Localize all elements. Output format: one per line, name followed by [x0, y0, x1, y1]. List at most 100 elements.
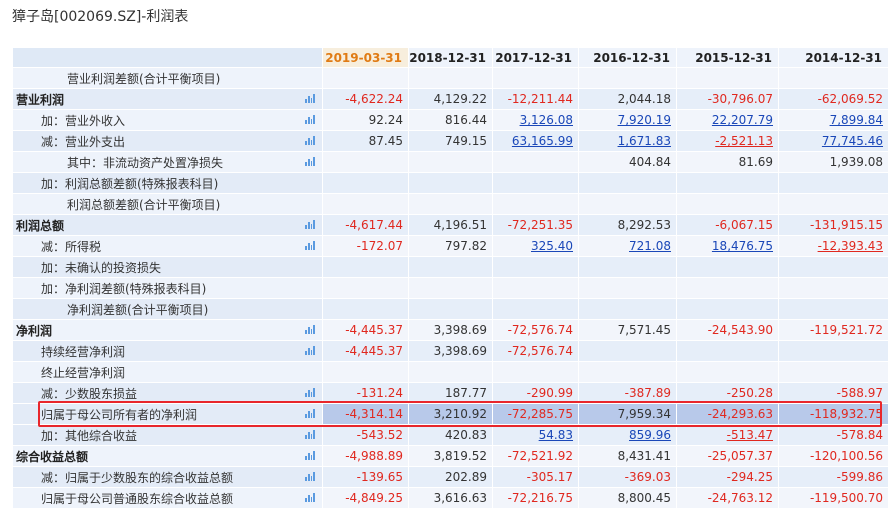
row-label-cell: 加：净利润差额(特殊报表科目)	[12, 277, 323, 299]
row-label: 利润总额差额(合计平衡项目)	[67, 197, 221, 212]
header-date-col-6[interactable]: 2014-12-31	[778, 47, 888, 68]
value-cell: -139.65	[322, 466, 409, 488]
value-text: 797.82	[445, 239, 487, 253]
table-row: 其中：非流动资产处置净损失 404.84 81.69 1,939.08	[12, 151, 888, 173]
value-link[interactable]: -12,393.43	[818, 239, 883, 253]
value-cell	[322, 361, 409, 383]
value-link[interactable]: 325.40	[531, 239, 573, 253]
value-link[interactable]: 3,126.08	[520, 113, 573, 127]
value-text: -543.52	[356, 428, 403, 442]
value-text: -305.17	[526, 470, 573, 484]
row-label-cell: 持续经营净利润	[12, 340, 323, 362]
value-cell	[778, 340, 888, 362]
table-row: 减：归属于少数股东的综合收益总额 -139.65 202.89 -305.17 -369…	[12, 466, 888, 488]
value-cell	[408, 361, 493, 383]
value-link[interactable]: 721.08	[629, 239, 671, 253]
bar-chart-icon[interactable]	[305, 409, 315, 418]
value-link[interactable]: 859.96	[629, 428, 671, 442]
value-text: 3,210.92	[433, 407, 487, 421]
value-cell	[492, 298, 579, 320]
value-cell: -119,500.70	[778, 487, 888, 509]
value-cell: -12,393.43	[778, 235, 888, 257]
bar-chart-icon[interactable]	[305, 430, 315, 439]
row-label-cell: 营业利润	[12, 88, 323, 110]
value-cell: -294.25	[676, 466, 779, 488]
value-link[interactable]: 63,165.99	[512, 134, 573, 148]
value-text: -30,796.07	[707, 92, 773, 106]
value-cell: -131,915.15	[778, 214, 888, 236]
value-cell: -72,521.92	[492, 445, 579, 467]
bar-chart-icon[interactable]	[305, 157, 315, 166]
value-cell	[492, 172, 579, 194]
value-text: 420.83	[445, 428, 487, 442]
bar-chart-icon[interactable]	[305, 325, 315, 334]
value-cell	[578, 340, 677, 362]
page-title: 獐子岛[002069.SZ]-利润表	[12, 9, 189, 25]
value-cell: -4,445.37	[322, 340, 409, 362]
value-link[interactable]: 54.83	[539, 428, 573, 442]
value-link[interactable]: 22,207.79	[712, 113, 773, 127]
value-link[interactable]: 18,476.75	[712, 239, 773, 253]
bar-chart-icon[interactable]	[305, 388, 315, 397]
value-text: -4,445.37	[345, 344, 403, 358]
value-cell: 22,207.79	[676, 109, 779, 131]
value-text: 3,616.63	[433, 491, 487, 505]
value-text: -294.25	[726, 470, 773, 484]
header-date-col-4[interactable]: 2016-12-31	[578, 47, 677, 68]
row-label-cell: 减：所得税	[12, 235, 323, 257]
value-cell	[578, 172, 677, 194]
value-link[interactable]: 7,920.19	[618, 113, 671, 127]
value-cell: -72,251.35	[492, 214, 579, 236]
value-text: 749.15	[445, 134, 487, 148]
header-date-col-2[interactable]: 2018-12-31	[408, 47, 493, 68]
bar-chart-icon[interactable]	[305, 220, 315, 229]
value-text: -24,763.12	[707, 491, 773, 505]
bar-chart-icon[interactable]	[305, 241, 315, 250]
value-link[interactable]: -513.47	[727, 428, 773, 442]
value-cell: 797.82	[408, 235, 493, 257]
header-row: 2019-03-31 2018-12-31 2017-12-31 2016-12…	[12, 47, 888, 68]
bar-chart-icon[interactable]	[305, 493, 315, 502]
value-link[interactable]: -2,521.13	[715, 134, 773, 148]
value-text: -72,521.92	[507, 449, 573, 463]
bar-chart-icon[interactable]	[305, 94, 315, 103]
bar-chart-icon[interactable]	[305, 115, 315, 124]
header-date-col-3[interactable]: 2017-12-31	[492, 47, 579, 68]
value-cell	[676, 172, 779, 194]
value-cell	[676, 67, 779, 89]
value-text: 81.69	[738, 155, 773, 169]
value-cell	[778, 361, 888, 383]
value-text: 8,800.45	[617, 491, 671, 505]
bar-chart-icon[interactable]	[305, 136, 315, 145]
table-row: 加：利润总额差额(特殊报表科目)	[12, 172, 888, 194]
value-link[interactable]: 1,671.83	[618, 134, 671, 148]
value-text: -4,445.37	[345, 323, 403, 337]
value-cell: -62,069.52	[778, 88, 888, 110]
header-date-col-1[interactable]: 2019-03-31	[322, 47, 409, 68]
value-cell: -72,216.75	[492, 487, 579, 509]
value-cell: 92.24	[322, 109, 409, 131]
value-cell	[578, 67, 677, 89]
value-cell	[492, 256, 579, 278]
row-label: 减：归属于少数股东的综合收益总额	[41, 470, 234, 485]
table-row: 归属于母公司普通股东综合收益总额 -4,849.25 3,616.63 -72,216…	[12, 487, 888, 509]
row-label-cell: 综合收益总额	[12, 445, 323, 467]
bar-chart-icon[interactable]	[305, 472, 315, 481]
value-cell	[778, 193, 888, 215]
value-cell: -4,988.89	[322, 445, 409, 467]
value-link[interactable]: 77,745.46	[822, 134, 883, 148]
value-text: -172.07	[356, 239, 403, 253]
value-text: -369.03	[624, 470, 671, 484]
header-date-col-5[interactable]: 2015-12-31	[676, 47, 779, 68]
value-cell: 18,476.75	[676, 235, 779, 257]
row-label-cell: 归属于母公司所有者的净利润	[12, 403, 323, 425]
value-cell: 7,959.34	[578, 403, 677, 425]
value-cell: -250.28	[676, 382, 779, 404]
value-link[interactable]: 7,899.84	[830, 113, 883, 127]
value-text: -25,057.37	[707, 449, 773, 463]
value-cell: 2,044.18	[578, 88, 677, 110]
value-cell	[322, 67, 409, 89]
bar-chart-icon[interactable]	[305, 346, 315, 355]
bar-chart-icon[interactable]	[305, 451, 315, 460]
row-label: 加：利润总额差额(特殊报表科目)	[41, 176, 219, 191]
